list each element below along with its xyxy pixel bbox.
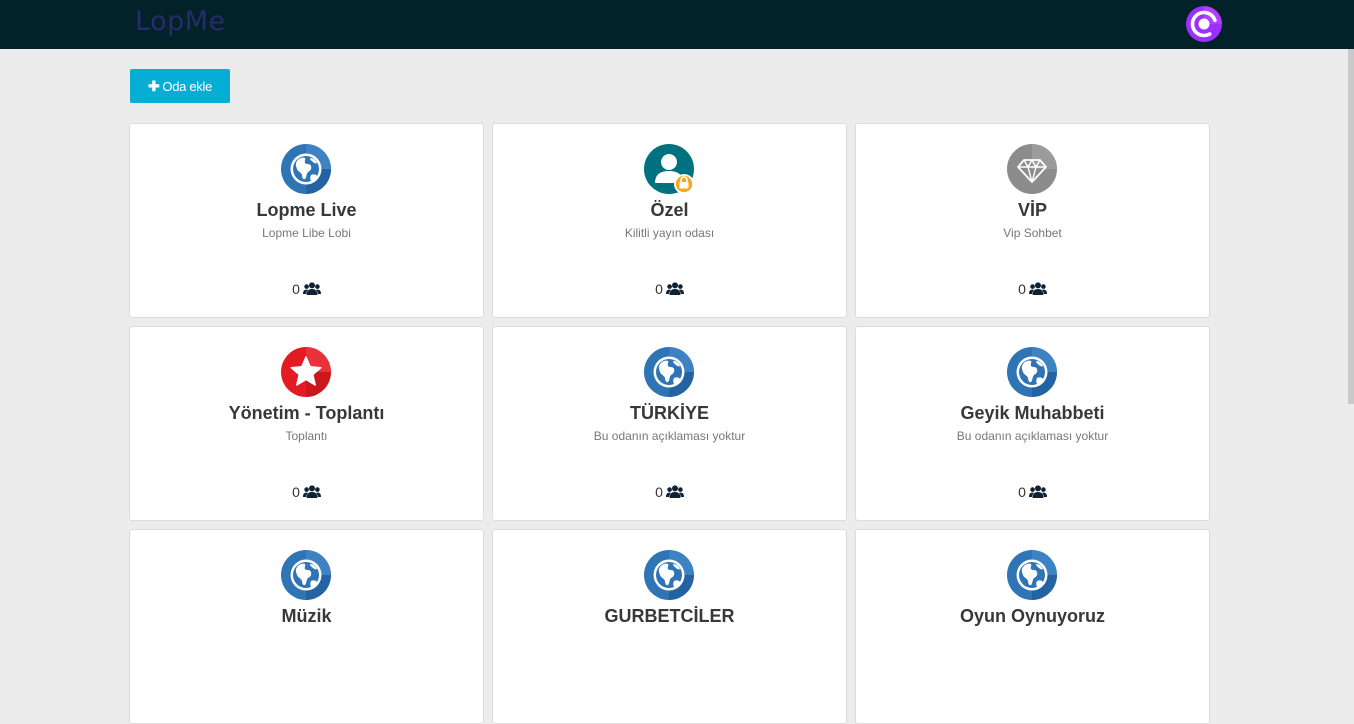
room-title: Oyun Oynuyoruz — [959, 606, 1105, 626]
star-icon — [281, 347, 331, 397]
top-navbar: LopMe — [0, 0, 1354, 49]
room-user-count: 0 — [856, 484, 1209, 500]
room-card[interactable]: Yönetim - Toplantı Toplantı 0 — [129, 326, 484, 521]
globe-icon — [644, 347, 694, 397]
app-logo[interactable]: LopMe — [135, 6, 226, 37]
room-user-count: 0 — [130, 281, 483, 297]
room-description: Vip Sohbet — [1003, 226, 1062, 240]
users-icon — [666, 282, 684, 296]
user-count-value: 0 — [1018, 484, 1026, 500]
globe-icon — [281, 144, 331, 194]
globe-icon — [281, 550, 331, 600]
room-title: VİP — [1017, 200, 1047, 220]
room-card[interactable]: VİP Vip Sohbet 0 — [855, 123, 1210, 318]
room-user-count: 0 — [130, 484, 483, 500]
room-description: Lopme Libe Lobi — [262, 226, 351, 240]
room-card[interactable]: Oyun Oynuyoruz — [855, 529, 1210, 724]
user-lock-icon — [644, 144, 694, 194]
users-icon — [1029, 485, 1047, 499]
globe-icon — [1007, 347, 1057, 397]
power-logo-icon[interactable] — [1186, 6, 1222, 42]
room-title: TÜRKİYE — [629, 403, 709, 423]
room-card[interactable]: TÜRKİYE Bu odanın açıklaması yoktur 0 — [492, 326, 847, 521]
room-title: Geyik Muhabbeti — [960, 403, 1105, 423]
room-title: Yönetim - Toplantı — [228, 403, 385, 423]
room-card[interactable]: Özel Kilitli yayın odası 0 — [492, 123, 847, 318]
room-title: Özel — [650, 200, 689, 220]
users-icon — [303, 485, 321, 499]
room-card[interactable]: Müzik — [129, 529, 484, 724]
room-grid: Lopme Live Lopme Libe Lobi 0 Özel Kilitl… — [129, 123, 1211, 724]
room-description: Bu odanın açıklaması yoktur — [956, 429, 1109, 443]
room-description: Bu odanın açıklaması yoktur — [593, 429, 746, 443]
users-icon — [1029, 282, 1047, 296]
room-description: Toplantı — [285, 429, 328, 443]
users-icon — [666, 485, 684, 499]
user-count-value: 0 — [292, 281, 300, 297]
room-card[interactable]: Geyik Muhabbeti Bu odanın açıklaması yok… — [855, 326, 1210, 521]
plus-icon: ✚ — [147, 78, 160, 94]
user-count-value: 0 — [1018, 281, 1026, 297]
room-user-count: 0 — [493, 281, 846, 297]
diamond-icon — [1007, 144, 1057, 194]
add-room-label: Oda ekle — [162, 78, 213, 94]
globe-icon — [644, 550, 694, 600]
user-count-value: 0 — [655, 484, 663, 500]
room-card[interactable]: Lopme Live Lopme Libe Lobi 0 — [129, 123, 484, 318]
room-user-count: 0 — [856, 281, 1209, 297]
room-user-count: 0 — [493, 484, 846, 500]
page-scrollbar[interactable] — [1348, 49, 1354, 404]
room-title: Lopme Live — [256, 200, 357, 220]
room-title: GURBETCİLER — [604, 606, 735, 626]
users-icon — [303, 282, 321, 296]
user-count-value: 0 — [655, 281, 663, 297]
room-description: Kilitli yayın odası — [624, 226, 715, 240]
user-count-value: 0 — [292, 484, 300, 500]
add-room-button[interactable]: ✚ Oda ekle — [130, 69, 230, 103]
room-card[interactable]: GURBETCİLER — [492, 529, 847, 724]
globe-icon — [1007, 550, 1057, 600]
room-title: Müzik — [281, 606, 332, 626]
